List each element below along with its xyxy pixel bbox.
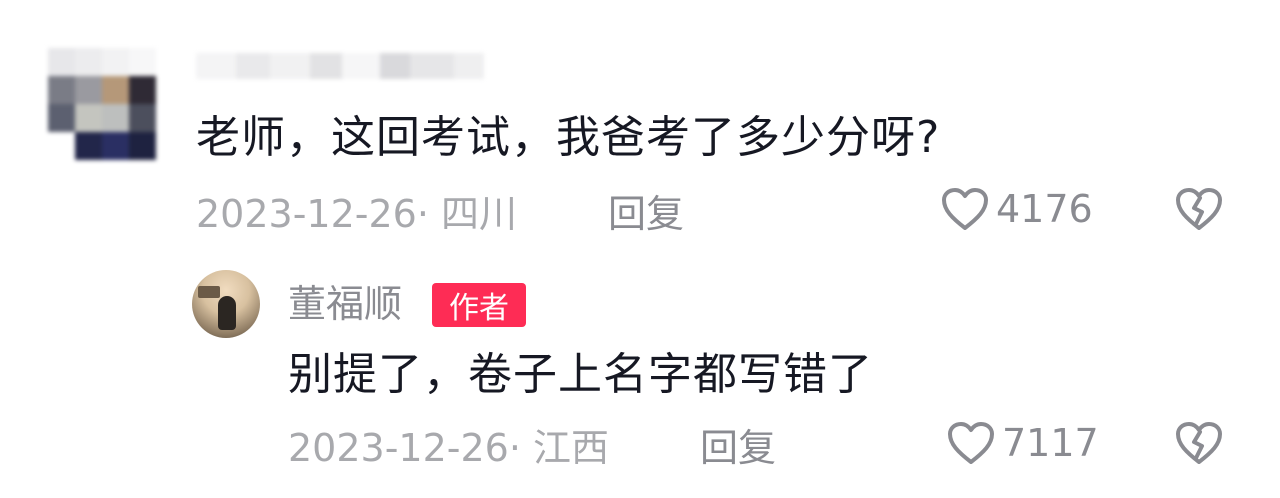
reply-button[interactable]: 回复 [608,183,684,238]
avatar[interactable] [48,48,156,160]
like-button[interactable]: 4176 [940,186,1093,232]
comment-thread: 老师，这回考试，我爸考了多少分呀? 2023-12-26· 四川 回复 4176… [0,0,1280,498]
comment-meta-row: 2023-12-26· 四川 回复 [196,182,1280,238]
dislike-button[interactable] [1174,420,1224,466]
dislike-button[interactable] [1174,186,1224,232]
comment-timestamp-location: 2023-12-26· 四川 [196,191,517,236]
username-blurred[interactable] [196,48,496,84]
broken-heart-icon [1176,422,1222,464]
avatar-figure-detail [218,296,236,330]
author-avatar[interactable] [192,270,260,338]
like-count: 4176 [996,187,1093,231]
broken-heart-icon [1176,188,1222,230]
reply-text: 别提了，卷子上名字都写错了 [288,349,873,400]
like-button[interactable]: 7117 [946,420,1099,466]
heart-outline-icon [942,188,988,230]
comment-text: 老师，这回考试，我爸考了多少分呀? [196,112,941,163]
avatar-building-detail [198,286,220,298]
heart-outline-icon [948,422,994,464]
reply-button[interactable]: 回复 [700,417,776,472]
reply-timestamp-location: 2023-12-26· 江西 [288,425,609,470]
author-name[interactable]: 董福顺 [288,278,402,330]
author-badge: 作者 [432,283,526,327]
like-count: 7117 [1002,421,1099,465]
